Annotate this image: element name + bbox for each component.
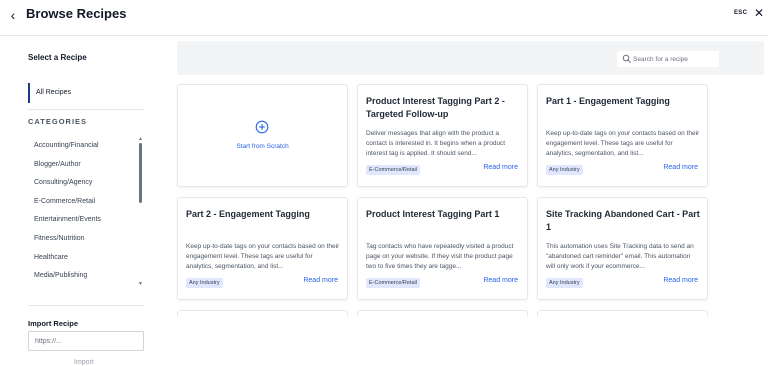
page-title: Browse Recipes (26, 6, 127, 21)
category-item[interactable]: Accounting/Financial (28, 137, 136, 156)
recipe-card[interactable]: Part 1 - Engagement Tagging Keep up-to-d… (537, 84, 708, 187)
select-recipe-heading: Select a Recipe (28, 53, 87, 62)
industry-tag: Any Industry (546, 165, 583, 175)
import-recipe-heading: Import Recipe (28, 319, 79, 328)
recipe-title: Product Interest Tagging Part 2 - Target… (366, 96, 505, 119)
read-more-link[interactable]: Read more (483, 164, 518, 171)
main-content: Start from Scratch Product Interest Tagg… (160, 37, 768, 366)
search-icon (622, 54, 631, 63)
read-more-link[interactable]: Read more (303, 277, 338, 284)
scroll-thumb[interactable] (139, 143, 142, 203)
search-band (177, 41, 764, 75)
recipe-description: Keep up-to-date tags on your contacts ba… (546, 130, 700, 157)
recipe-card[interactable]: Part 2 - Engagement Tagging Keep up-to-d… (177, 197, 348, 300)
recipe-description: This automation uses Site Tracking data … (546, 243, 694, 270)
category-item[interactable]: Healthcare (28, 249, 136, 268)
recipe-card[interactable]: Product Interest Tagging Part 1 Tag cont… (357, 197, 528, 300)
search-input[interactable] (633, 51, 717, 67)
sidebar-item-all-recipes[interactable]: All Recipes (28, 83, 144, 103)
recipe-title: Part 1 - Engagement Tagging (546, 96, 670, 106)
industry-tag: E-Commerce/Retail (366, 165, 420, 175)
category-item[interactable]: Blogger/Author (28, 156, 136, 175)
category-item[interactable]: E-Commerce/Retail (28, 193, 136, 212)
categories-heading: CATEGORIES (28, 117, 88, 126)
recipe-card[interactable]: Site Tracking Abandoned Cart - Part 1 Th… (537, 197, 708, 300)
category-scrollbar[interactable]: ▲ ▼ (138, 137, 143, 287)
recipe-card-partial[interactable] (537, 310, 708, 316)
industry-tag: Any Industry (546, 278, 583, 288)
top-bar: ‹ Browse Recipes ESC ✕ (0, 0, 768, 36)
sidebar: Select a Recipe All Recipes CATEGORIES A… (0, 37, 160, 366)
industry-tag: E-Commerce/Retail (366, 278, 420, 288)
close-icon[interactable]: ✕ (752, 6, 766, 20)
category-item[interactable]: Consulting/Agency (28, 174, 136, 193)
recipe-title: Product Interest Tagging Part 1 (366, 209, 500, 219)
scroll-up-icon[interactable]: ▲ (138, 137, 143, 142)
category-list: Accounting/Financial Blogger/Author Cons… (28, 137, 136, 286)
industry-tag: Any Industry (186, 278, 223, 288)
read-more-link[interactable]: Read more (663, 277, 698, 284)
start-from-scratch-label: Start from Scratch (236, 143, 289, 150)
recipe-card-partial[interactable] (357, 310, 528, 316)
import-url-input[interactable] (28, 331, 144, 351)
recipe-title: Part 2 - Engagement Tagging (186, 209, 310, 219)
category-item[interactable]: Fitness/Nutrition (28, 230, 136, 249)
divider (28, 109, 144, 110)
category-item[interactable]: Entertainment/Events (28, 211, 136, 230)
start-from-scratch-card[interactable]: Start from Scratch (177, 84, 348, 187)
read-more-link[interactable]: Read more (663, 164, 698, 171)
recipe-card[interactable]: Product Interest Tagging Part 2 - Target… (357, 84, 528, 187)
recipe-card-partial[interactable] (177, 310, 348, 316)
plus-circle-icon (255, 120, 269, 134)
recipe-title: Site Tracking Abandoned Cart - Part 1 (546, 209, 700, 232)
back-icon[interactable]: ‹ (6, 6, 20, 24)
recipe-description: Tag contacts who have repeatedly visited… (366, 243, 514, 270)
recipe-description: Deliver messages that align with the pro… (366, 130, 506, 157)
category-item[interactable]: Media/Publishing (28, 267, 136, 286)
search-box[interactable] (617, 51, 719, 67)
read-more-link[interactable]: Read more (483, 277, 518, 284)
scroll-down-icon[interactable]: ▼ (138, 282, 143, 287)
recipe-description: Keep up-to-date tags on your contacts ba… (186, 243, 340, 270)
esc-label: ESC (734, 10, 748, 16)
divider (28, 305, 144, 306)
import-button[interactable]: Import (74, 359, 94, 366)
